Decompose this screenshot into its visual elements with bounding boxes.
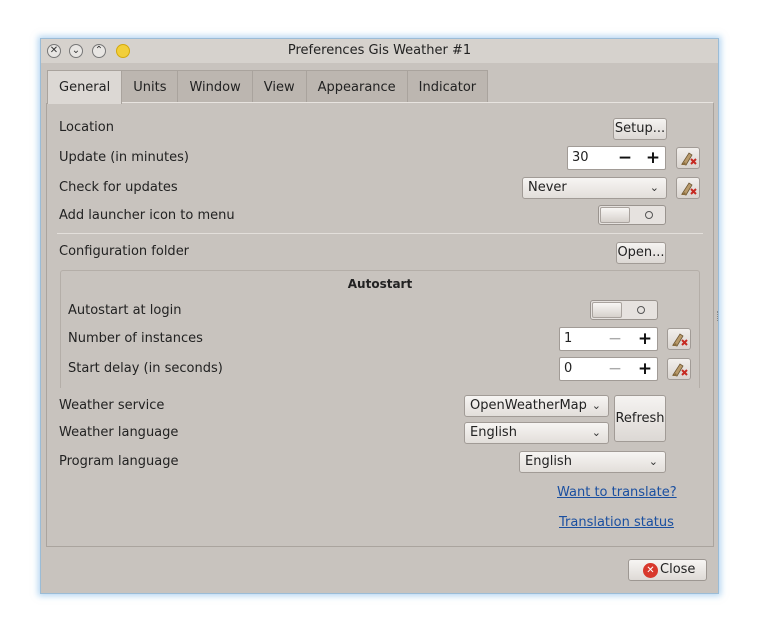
autostart-login-toggle[interactable] (590, 300, 658, 320)
start-delay-value[interactable]: 0 (564, 361, 572, 376)
separator (57, 233, 703, 234)
tab-bar: General Units Window View Appearance Ind… (47, 70, 489, 104)
reset-update-button[interactable] (676, 147, 700, 169)
close-icon: ✕ (643, 563, 658, 578)
toggle-off-icon (645, 211, 653, 219)
start-delay-spinbox[interactable]: 0 − + (559, 357, 658, 381)
clear-brush-icon (681, 152, 697, 166)
update-label: Update (in minutes) (59, 150, 189, 165)
preferences-window: ✕ ⌄ ⌃ Preferences Gis Weather #1 General… (40, 38, 719, 594)
close-button[interactable]: ✕ Close (628, 559, 707, 581)
tab-units[interactable]: Units (121, 70, 179, 102)
program-language-select[interactable]: English ⌄ (519, 451, 666, 473)
toggle-knob[interactable] (600, 207, 630, 223)
reset-start-delay-button[interactable] (667, 358, 691, 380)
weather-service-select[interactable]: OpenWeatherMap ⌄ (464, 395, 609, 417)
weather-language-select[interactable]: English ⌄ (464, 422, 609, 444)
instances-value[interactable]: 1 (564, 331, 572, 346)
clear-brush-icon (681, 182, 697, 196)
program-language-label: Program language (59, 454, 179, 469)
weather-service-value: OpenWeatherMap (470, 398, 587, 413)
plus-icon[interactable]: + (635, 329, 655, 349)
update-spinbox[interactable]: 30 − + (567, 146, 666, 170)
autostart-title: Autostart (347, 277, 413, 291)
plus-icon[interactable]: + (635, 359, 655, 379)
chevron-down-icon: ⌄ (591, 426, 601, 439)
autostart-group: Autostart Autostart at login Number of i… (60, 270, 700, 388)
chevron-down-icon: ⌄ (591, 399, 601, 412)
reset-instances-button[interactable] (667, 328, 691, 350)
clear-brush-icon (672, 333, 688, 347)
close-button-label: Close (660, 562, 696, 577)
autostart-login-label: Autostart at login (68, 303, 182, 318)
setup-button[interactable]: Setup... (613, 118, 667, 140)
tab-appearance[interactable]: Appearance (305, 70, 408, 102)
weather-language-value: English (470, 425, 517, 440)
minus-icon[interactable]: − (605, 329, 625, 349)
program-language-value: English (525, 454, 572, 469)
launcher-label: Add launcher icon to menu (59, 208, 235, 223)
update-value[interactable]: 30 (572, 150, 589, 165)
open-folder-button[interactable]: Open... (616, 242, 666, 264)
toggle-off-icon (637, 306, 645, 314)
want-to-translate-link[interactable]: Want to translate? (557, 485, 677, 500)
general-panel: Location Setup... Update (in minutes) 30… (46, 102, 714, 547)
minus-icon[interactable]: − (605, 359, 625, 379)
tab-view[interactable]: View (251, 70, 307, 102)
instances-spinbox[interactable]: 1 − + (559, 327, 658, 351)
weather-language-label: Weather language (59, 425, 179, 440)
tab-indicator[interactable]: Indicator (406, 70, 489, 102)
check-updates-label: Check for updates (59, 180, 178, 195)
chevron-down-icon: ⌄ (649, 181, 659, 194)
tab-general[interactable]: General (47, 70, 123, 104)
weather-service-label: Weather service (59, 398, 165, 413)
clear-brush-icon (672, 363, 688, 377)
location-label: Location (59, 120, 114, 135)
launcher-toggle[interactable] (598, 205, 666, 225)
window-title: Preferences Gis Weather #1 (287, 43, 472, 58)
resize-grip[interactable] (717, 311, 719, 321)
plus-icon[interactable]: + (643, 148, 663, 168)
tab-window[interactable]: Window (177, 70, 253, 102)
instances-label: Number of instances (68, 331, 203, 346)
translation-status-link[interactable]: Translation status (559, 515, 674, 530)
chevron-down-icon: ⌄ (648, 455, 658, 468)
config-folder-label: Configuration folder (59, 244, 190, 259)
title-bar[interactable]: ✕ ⌄ ⌃ Preferences Gis Weather #1 (41, 39, 718, 63)
check-updates-select[interactable]: Never ⌄ (522, 177, 667, 199)
refresh-button[interactable]: Refresh (614, 395, 666, 442)
reset-check-updates-button[interactable] (676, 177, 700, 199)
toggle-knob[interactable] (592, 302, 622, 318)
start-delay-label: Start delay (in seconds) (68, 361, 223, 376)
check-updates-value: Never (528, 180, 567, 195)
minus-icon[interactable]: − (615, 148, 635, 168)
